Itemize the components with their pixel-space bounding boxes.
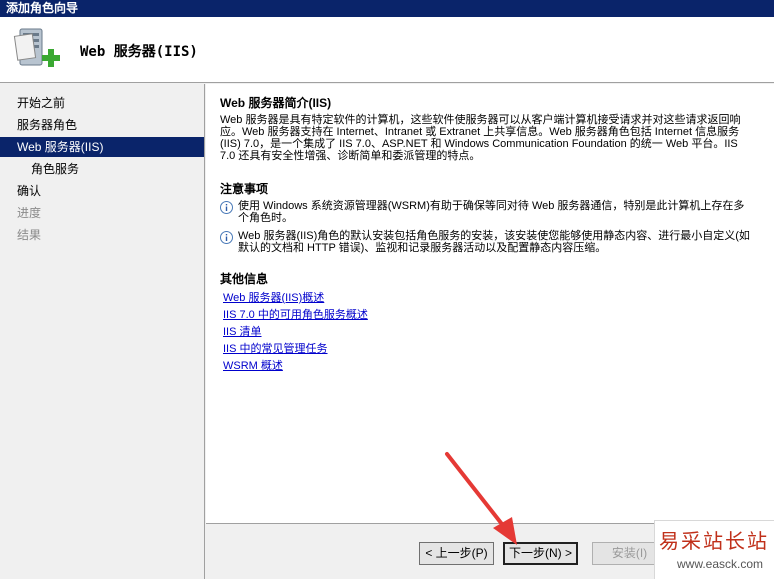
notes-heading: 注意事项	[220, 182, 269, 196]
watermark-url: www.easck.com	[677, 557, 764, 571]
intro-heading: Web 服务器简介(IIS)	[220, 96, 332, 110]
site-watermark: 易采站长站 www.easck.com	[654, 520, 774, 579]
sidebar-item-role-services[interactable]: 角色服务	[0, 159, 204, 179]
content-pane: Web 服务器简介(IIS) Web 服务器是具有特定软件的计算机，这些软件使服…	[206, 84, 774, 524]
link-common-admin-tasks[interactable]: IIS 中的常见管理任务	[220, 341, 755, 358]
link-role-services-overview[interactable]: IIS 7.0 中的可用角色服务概述	[220, 307, 755, 324]
previous-button[interactable]: < 上一步(P)	[419, 542, 494, 565]
next-button[interactable]: 下一步(N) >	[503, 542, 578, 565]
server-role-add-icon	[13, 28, 60, 67]
note-item: 使用 Windows 系统资源管理器(WSRM)有助于确保等同对待 Web 服务…	[220, 200, 755, 224]
link-wsrm-overview[interactable]: WSRM 概述	[220, 358, 755, 375]
sidebar-item-server-roles[interactable]: 服务器角色	[0, 115, 204, 135]
note-item: Web 服务器(IIS)角色的默认安装包括角色服务的安装，该安装使您能够使用静态…	[220, 230, 755, 254]
link-iis-checklist[interactable]: IIS 清单	[220, 324, 755, 341]
window-title: 添加角色向导	[0, 0, 774, 17]
sidebar-item-progress: 进度	[17, 206, 42, 220]
note-text: Web 服务器(IIS)角色的默认安装包括角色服务的安装，该安装使您能够使用静态…	[238, 230, 750, 254]
wizard-header: Web 服务器(IIS)	[0, 17, 774, 83]
intro-text: Web 服务器是具有特定软件的计算机，这些软件使服务器可以从客户端计算机接受请求…	[220, 114, 741, 162]
page-title: Web 服务器(IIS)	[80, 44, 198, 60]
link-web-server-overview[interactable]: Web 服务器(IIS)概述	[220, 290, 755, 307]
more-info-heading: 其他信息	[220, 272, 269, 286]
info-icon	[220, 231, 233, 244]
sidebar-item-confirmation[interactable]: 确认	[0, 181, 204, 201]
sidebar-item-before-you-begin[interactable]: 开始之前	[0, 93, 204, 113]
info-icon	[220, 201, 233, 214]
wizard-steps-sidebar: 开始之前 服务器角色 Web 服务器(IIS) 角色服务 确认 进度 结果	[0, 84, 205, 579]
note-text: 使用 Windows 系统资源管理器(WSRM)有助于确保等同对待 Web 服务…	[238, 200, 745, 224]
sidebar-item-web-server[interactable]: Web 服务器(IIS)	[0, 137, 204, 157]
sidebar-item-results: 结果	[17, 228, 42, 242]
watermark-text: 易采站长站	[659, 529, 769, 553]
